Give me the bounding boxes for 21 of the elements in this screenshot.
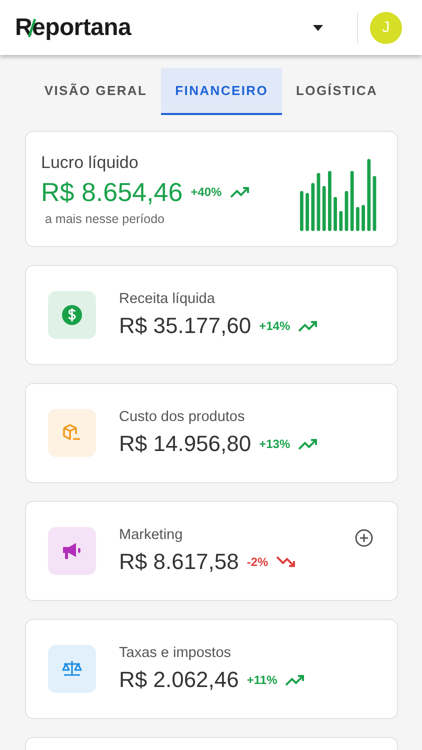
tab[interactable]: VISÃO GERAL bbox=[30, 68, 162, 115]
change-percent: -2% bbox=[246, 555, 268, 569]
add-icon[interactable] bbox=[355, 529, 373, 547]
change-percent: +40% bbox=[190, 185, 222, 199]
tab[interactable]: LOGÍSTICA bbox=[282, 68, 392, 115]
metric-value: R$ 8.617,58 bbox=[119, 549, 239, 575]
metric-value: R$ 2.062,46 bbox=[119, 667, 239, 693]
metric-value: R$ 14.956,80 bbox=[119, 431, 252, 457]
metric-title: Marketing bbox=[119, 527, 184, 543]
tab[interactable]: FINANCEIRO bbox=[161, 68, 282, 115]
caption: a mais nesse período bbox=[45, 212, 166, 226]
caret-icon[interactable] bbox=[313, 24, 323, 30]
metric-title: Taxas e impostos bbox=[119, 645, 232, 661]
change-percent: +13% bbox=[259, 437, 290, 451]
card-title: Lucro líquido bbox=[41, 152, 140, 172]
profit-value: R$ 8.654,46 bbox=[41, 176, 183, 208]
metric-value: R$ 35.177,60 bbox=[119, 313, 252, 339]
change-percent: +14% bbox=[259, 319, 290, 333]
change-percent: +11% bbox=[246, 673, 278, 687]
metric-title: Custo dos produtos bbox=[119, 409, 246, 425]
metric-title: Receita líquida bbox=[119, 291, 216, 307]
